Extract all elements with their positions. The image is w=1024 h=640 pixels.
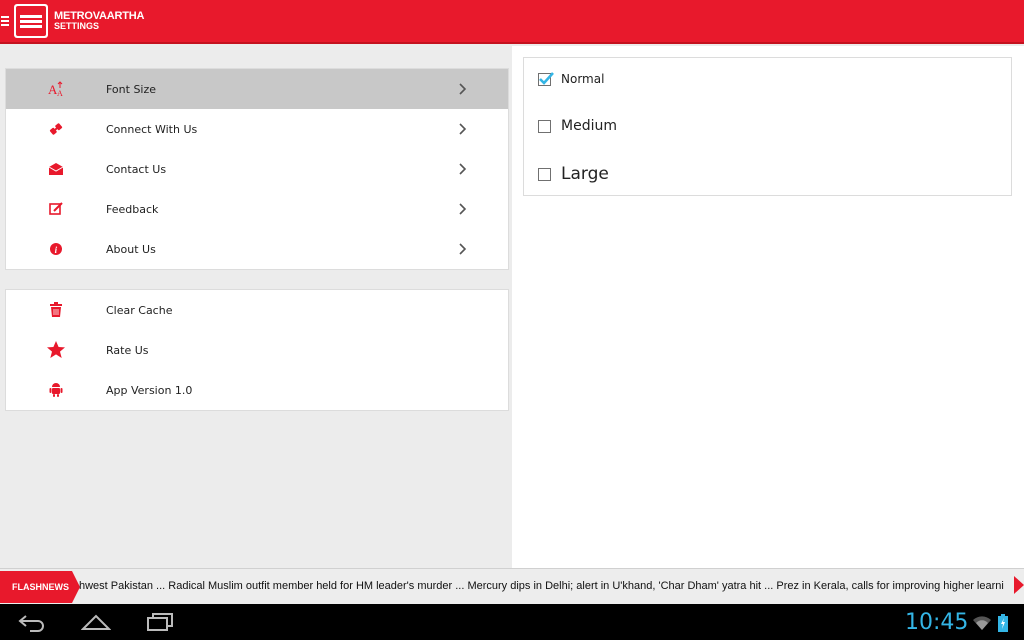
- font-size-options: Normal Medium Large: [523, 57, 1012, 196]
- star-icon: [46, 340, 66, 360]
- font-option-large[interactable]: Large: [538, 164, 609, 184]
- ticker-text[interactable]: hwest Pakistan ... Radical Muslim outfit…: [79, 580, 1004, 592]
- trash-icon: [46, 300, 66, 320]
- action-bar: METROVAARTHA SETTINGS: [0, 0, 1024, 44]
- font-option-normal[interactable]: Normal: [538, 71, 605, 86]
- option-label: Large: [561, 164, 609, 184]
- menu-item-label: Rate Us: [106, 343, 149, 357]
- checkbox-unchecked[interactable]: [538, 167, 551, 181]
- settings-menu-pane: AA Font Size Connect With Us Contact Us …: [0, 46, 512, 568]
- info-icon: i: [46, 239, 66, 259]
- menu-item-label: Clear Cache: [106, 303, 173, 317]
- status-icons: [972, 614, 1008, 636]
- menu-item-font-size[interactable]: AA Font Size: [6, 69, 508, 109]
- menu-item-feedback[interactable]: Feedback: [6, 189, 508, 229]
- menu-item-about-us[interactable]: i About Us: [6, 229, 508, 269]
- menu-item-label: About Us: [106, 242, 156, 256]
- menu-item-contact-us[interactable]: Contact Us: [6, 149, 508, 189]
- menu-item-clear-cache[interactable]: Clear Cache: [6, 290, 508, 330]
- drawer-menu-icon[interactable]: [1, 14, 11, 28]
- news-ticker[interactable]: FLASHNEWS hwest Pakistan ... Radical Mus…: [0, 568, 1024, 604]
- font-size-icon: AA: [46, 79, 66, 99]
- recent-apps-icon[interactable]: [146, 612, 174, 632]
- menu-item-label: Contact Us: [106, 162, 167, 176]
- wifi-icon: [972, 615, 992, 635]
- checkbox-checked[interactable]: [538, 71, 554, 86]
- app-logo[interactable]: [14, 4, 48, 38]
- chevron-right-icon: [455, 161, 469, 177]
- ticker-arrow-icon: [1014, 576, 1024, 598]
- chevron-right-icon: [455, 241, 469, 257]
- menu-item-label: App Version 1.0: [106, 383, 193, 397]
- page-subtitle: SETTINGS: [54, 21, 100, 32]
- connect-icon: [46, 119, 66, 139]
- settings-group-1: AA Font Size Connect With Us Contact Us …: [5, 68, 509, 270]
- menu-item-label: Feedback: [106, 202, 159, 216]
- back-icon[interactable]: [18, 612, 46, 632]
- flash-news-tag: FLASHNEWS: [0, 571, 80, 603]
- system-nav-bar: 10:45: [0, 604, 1024, 640]
- menu-item-app-version: App Version 1.0: [6, 370, 508, 410]
- chevron-right-icon: [455, 121, 469, 137]
- chevron-right-icon: [455, 81, 469, 97]
- menu-item-label: Font Size: [106, 82, 157, 96]
- svg-text:A: A: [57, 89, 63, 98]
- menu-item-label: Connect With Us: [106, 122, 198, 136]
- option-label: Normal: [561, 72, 605, 86]
- battery-charging-icon: [998, 614, 1008, 636]
- envelope-icon: [46, 159, 66, 179]
- option-label: Medium: [561, 118, 617, 134]
- chevron-right-icon: [455, 201, 469, 217]
- edit-icon: [46, 199, 66, 219]
- font-size-detail-pane: Normal Medium Large: [512, 46, 1024, 568]
- home-icon[interactable]: [80, 612, 112, 632]
- status-clock: 10:45: [905, 610, 969, 635]
- menu-item-rate-us[interactable]: Rate Us: [6, 330, 508, 370]
- android-icon: [46, 380, 66, 400]
- settings-group-2: Clear Cache Rate Us App Version 1.0: [5, 289, 509, 411]
- checkbox-unchecked[interactable]: [538, 119, 551, 133]
- font-option-medium[interactable]: Medium: [538, 118, 617, 134]
- title-block: METROVAARTHA SETTINGS: [54, 10, 144, 32]
- menu-item-connect-with-us[interactable]: Connect With Us: [6, 109, 508, 149]
